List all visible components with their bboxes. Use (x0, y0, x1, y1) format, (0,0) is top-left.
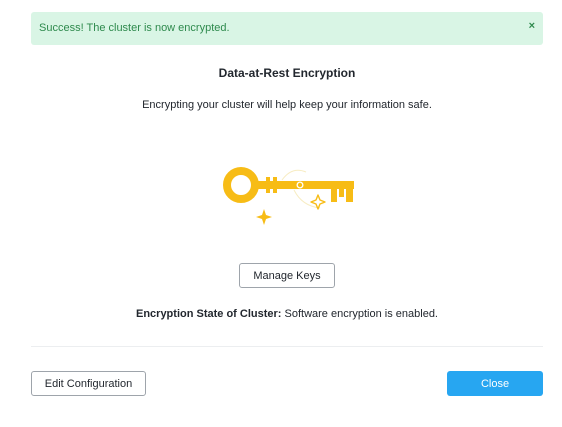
close-button[interactable]: Close (447, 371, 543, 396)
footer-divider (31, 346, 543, 347)
manage-keys-button[interactable]: Manage Keys (239, 263, 335, 288)
edit-configuration-button[interactable]: Edit Configuration (31, 371, 146, 396)
dialog-title: Data-at-Rest Encryption (218, 66, 356, 80)
dialog-description: Encrypting your cluster will help keep y… (142, 99, 432, 111)
encryption-dialog: Success! The cluster is now encrypted. ×… (0, 0, 562, 427)
key-icon (223, 167, 354, 225)
success-alert-message: Success! The cluster is now encrypted. (39, 22, 230, 34)
success-alert: Success! The cluster is now encrypted. × (31, 12, 543, 45)
encryption-state-label: Encryption State of Cluster: (135, 308, 282, 320)
close-icon[interactable]: × (529, 19, 535, 33)
encryption-state-value: Software encryption is enabled. (281, 308, 439, 320)
encryption-state: Encryption State of Cluster: Software en… (0, 308, 562, 320)
